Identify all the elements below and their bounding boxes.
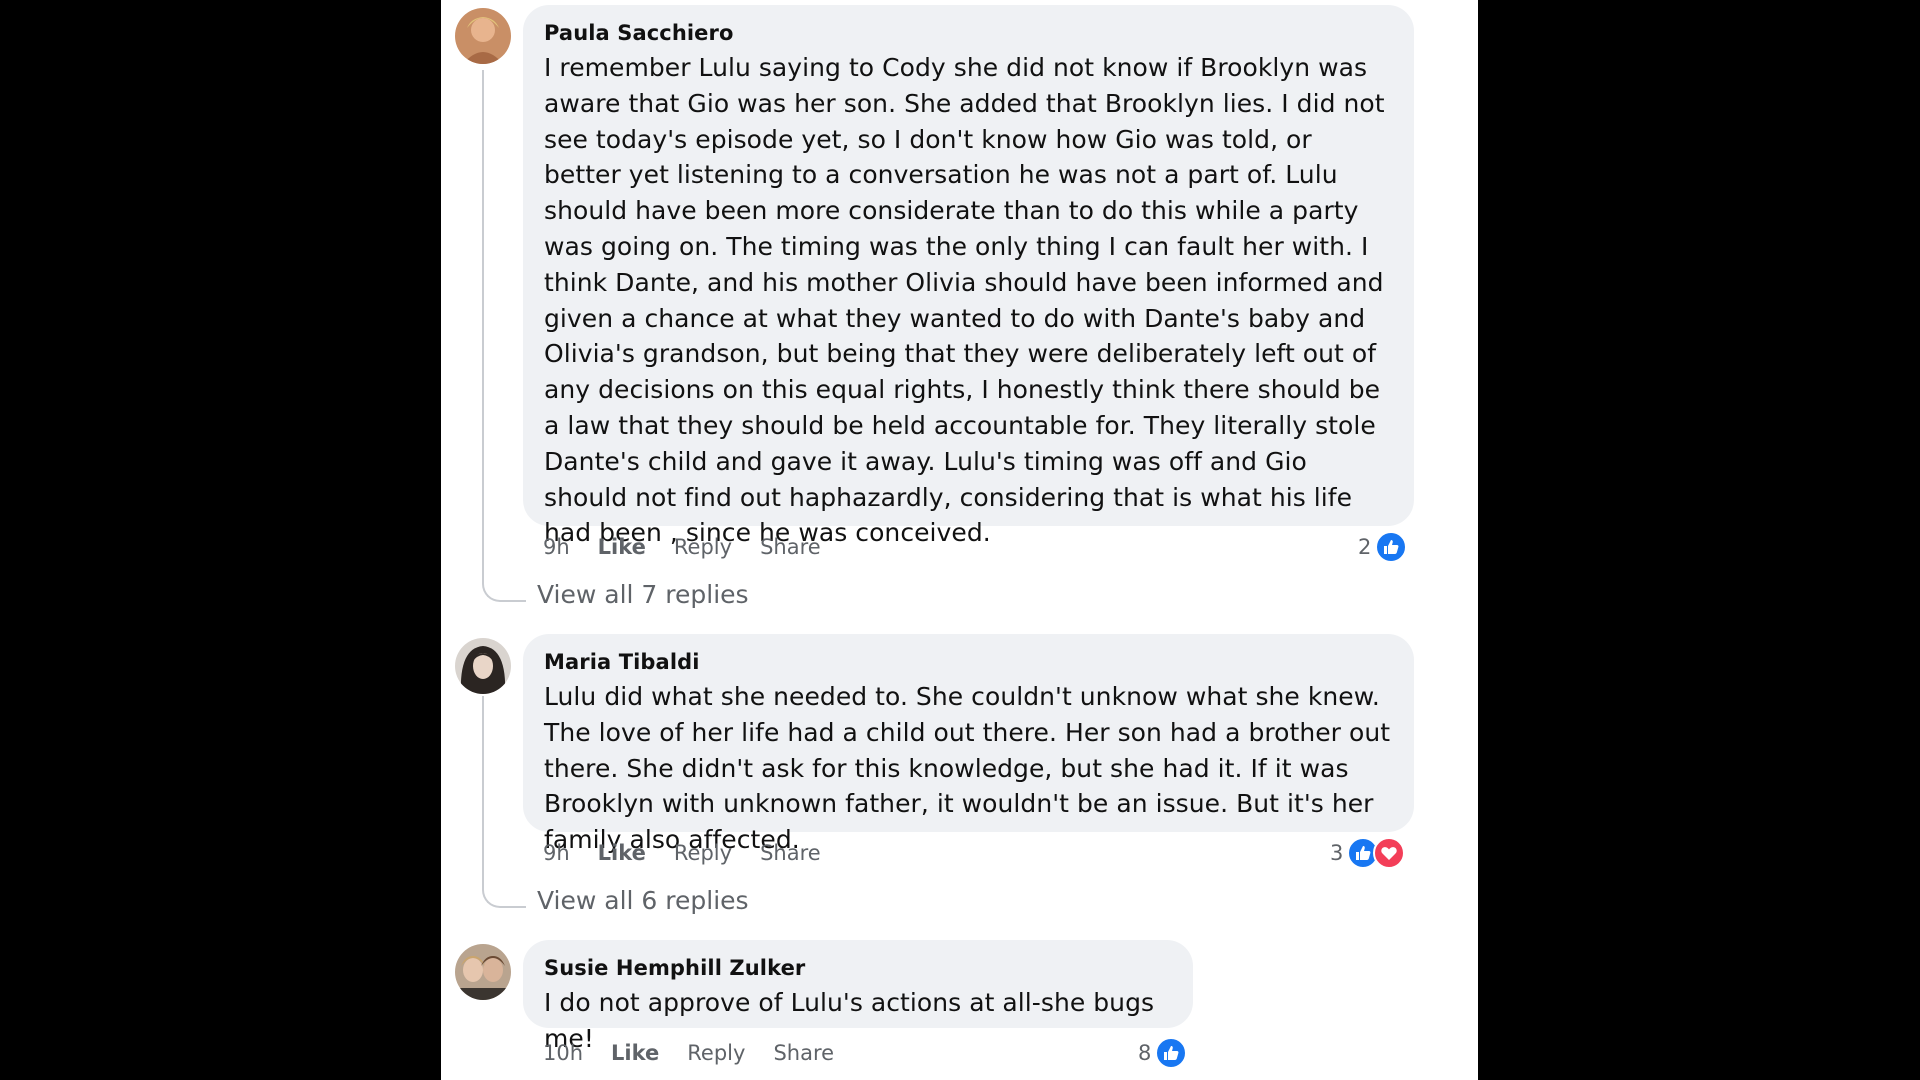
like-button[interactable]: Like <box>598 841 646 865</box>
thread-line <box>482 696 484 886</box>
share-button[interactable]: Share <box>773 1041 834 1065</box>
comment-timestamp[interactable]: 10h <box>543 1041 583 1065</box>
comment-author[interactable]: Paula Sacchiero <box>544 21 1394 45</box>
share-button[interactable]: Share <box>760 841 821 865</box>
thread-connector <box>482 576 526 602</box>
reply-button[interactable]: Reply <box>674 535 732 559</box>
reply-button[interactable]: Reply <box>674 841 732 865</box>
reactions-summary[interactable]: 2 <box>1358 530 1408 564</box>
thread-connector <box>482 882 526 908</box>
comment-author[interactable]: Susie Hemphill Zulker <box>544 956 1173 980</box>
reply-button[interactable]: Reply <box>687 1041 745 1065</box>
comment-actions: 10h Like Reply Share <box>543 1038 834 1068</box>
comment-actions: 9h Like Reply Share <box>543 532 821 562</box>
view-replies-link[interactable]: View all 6 replies <box>537 886 749 915</box>
love-icon <box>1373 837 1406 869</box>
view-replies-link[interactable]: View all 7 replies <box>537 580 749 609</box>
like-button[interactable]: Like <box>611 1041 659 1065</box>
comment-bubble: Maria Tibaldi Lulu did what she needed t… <box>523 634 1414 854</box>
comments-panel: Paula Sacchiero I remember Lulu saying t… <box>441 0 1478 1080</box>
thread-line <box>482 70 484 578</box>
like-icon <box>1375 531 1408 563</box>
like-button[interactable]: Like <box>598 535 646 559</box>
share-button[interactable]: Share <box>760 535 821 559</box>
like-icon <box>1155 1037 1188 1069</box>
comment-bubble: Paula Sacchiero I remember Lulu saying t… <box>523 5 1414 547</box>
avatar[interactable] <box>455 8 511 64</box>
reactions-summary[interactable]: 3 <box>1330 836 1406 870</box>
comment-text: Lulu did what she needed to. She couldn'… <box>544 682 1391 855</box>
reaction-count: 2 <box>1358 535 1372 559</box>
avatar[interactable] <box>455 638 511 694</box>
comment-author[interactable]: Maria Tibaldi <box>544 650 1394 674</box>
reaction-count: 8 <box>1138 1041 1152 1065</box>
reaction-count: 3 <box>1330 841 1344 865</box>
comment-timestamp[interactable]: 9h <box>543 841 570 865</box>
comment-bubble: Susie Hemphill Zulker I do not approve o… <box>523 940 1193 1053</box>
comment-text: I remember Lulu saying to Cody she did n… <box>544 53 1385 548</box>
comment-timestamp[interactable]: 9h <box>543 535 570 559</box>
comment-actions: 9h Like Reply Share <box>543 838 821 868</box>
avatar[interactable] <box>455 944 511 1000</box>
reactions-summary[interactable]: 8 <box>1138 1036 1188 1070</box>
